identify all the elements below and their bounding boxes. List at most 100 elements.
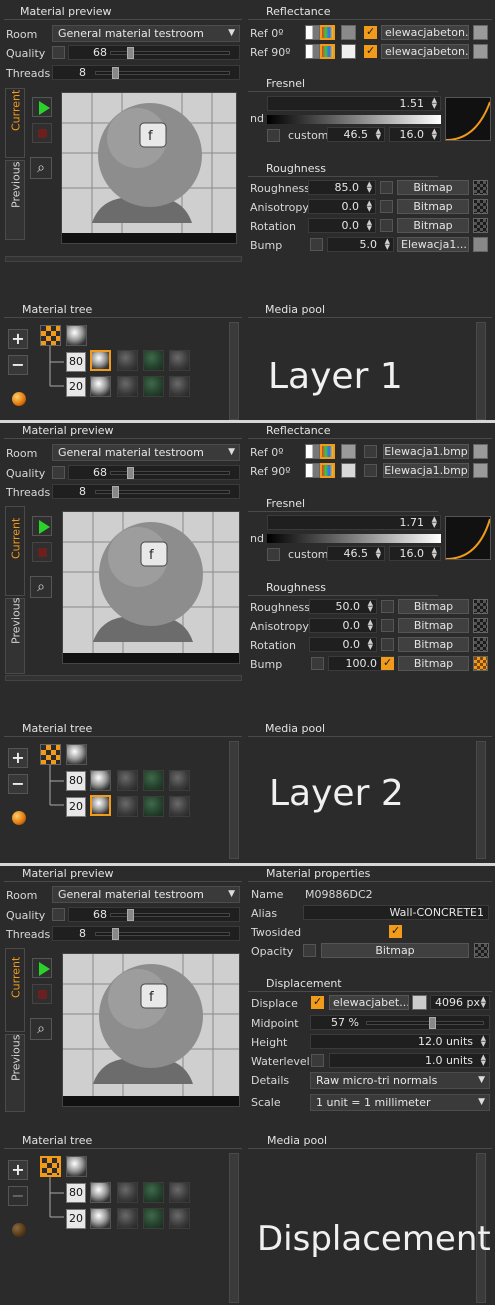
remove-layer-button[interactable]: − — [8, 355, 28, 375]
room-dropdown[interactable]: General material testroom ▼ — [52, 886, 240, 903]
layer2-thumb[interactable] — [90, 795, 111, 816]
add-layer-button[interactable]: + — [8, 748, 28, 768]
tab-previous[interactable]: Previous — [5, 1034, 25, 1112]
material-ball-icon[interactable] — [12, 1223, 26, 1237]
row-map-button[interactable]: Bitmap — [397, 218, 469, 233]
ref0-rgb-icon[interactable] — [320, 444, 335, 459]
quality-slider[interactable] — [110, 467, 230, 479]
layer1-slot-thumb[interactable] — [117, 1182, 138, 1203]
layer2-thumb[interactable] — [90, 1208, 111, 1229]
layer2-slot-thumb[interactable] — [143, 796, 164, 817]
ref0-rgb-icon[interactable] — [320, 25, 335, 40]
ref0-mode-icon[interactable] — [305, 25, 320, 40]
layer2-slot-thumb[interactable] — [117, 376, 138, 397]
layer1-weight[interactable]: 80 — [66, 352, 86, 372]
tab-current[interactable]: Current — [5, 506, 25, 596]
alias-field[interactable]: Wall-CONCRETE1 — [303, 905, 489, 920]
row-map-checkbox[interactable] — [381, 656, 394, 670]
spinner-icon[interactable]: ▲▼ — [432, 547, 437, 560]
play-icon[interactable] — [32, 958, 52, 978]
layer2-weight[interactable]: 20 — [66, 797, 86, 817]
quality-checkbox[interactable] — [52, 466, 65, 479]
layer1-slot-thumb[interactable] — [143, 770, 164, 791]
spinner-icon[interactable]: ▲▼ — [432, 97, 437, 110]
slider-knob[interactable] — [112, 486, 119, 498]
slider-knob[interactable] — [112, 67, 119, 79]
ref0-map-checkbox[interactable] — [364, 25, 377, 39]
layer2-weight[interactable]: 20 — [66, 377, 86, 397]
layer2-slot-thumb[interactable] — [117, 796, 138, 817]
slider-knob[interactable] — [127, 467, 134, 479]
row-value-field[interactable]: 5.0 ▲ ▼ — [327, 237, 394, 252]
spinner-icon[interactable]: ▲▼ — [385, 238, 390, 251]
threads-slider[interactable] — [95, 67, 230, 79]
base-material-thumb[interactable] — [66, 744, 87, 765]
displace-checkbox[interactable] — [311, 995, 324, 1009]
ref90-mode-icon[interactable] — [305, 463, 320, 478]
row-map-button[interactable]: Bitmap — [397, 199, 469, 214]
custom-b-field[interactable]: 16.0 ▲ ▼ — [389, 546, 441, 561]
spinner-icon[interactable]: ▲▼ — [481, 1035, 486, 1048]
spinner-icon[interactable]: ▲▼ — [376, 547, 381, 560]
ref0-map-button[interactable]: Elewacja1.bmp — [383, 444, 469, 459]
row-map-button[interactable]: Bitmap — [398, 599, 469, 614]
row-map-checkbox[interactable] — [380, 181, 393, 194]
custom-checkbox[interactable] — [267, 548, 280, 561]
waterlevel-checkbox[interactable] — [311, 1054, 324, 1067]
row-map-button[interactable]: Elewacja1.... — [397, 237, 469, 252]
quality-slider[interactable] — [110, 47, 230, 59]
stop-icon[interactable] — [32, 542, 52, 562]
tab-current[interactable]: Current — [5, 948, 25, 1032]
height-field[interactable]: 12.0 units ▲ ▼ — [310, 1034, 490, 1049]
tab-previous[interactable]: Previous — [5, 160, 25, 240]
bump-checkbox[interactable] — [311, 657, 324, 670]
layer2-slot-thumb[interactable] — [169, 376, 190, 397]
tree-scrollbar[interactable] — [229, 741, 239, 859]
nd-field[interactable]: 1.71 ▲ ▼ — [267, 515, 441, 530]
slider-knob[interactable] — [429, 1017, 436, 1029]
eyedropper-icon[interactable]: ⌕ — [30, 1018, 52, 1040]
ref90-mode-icon[interactable] — [305, 44, 320, 59]
slider-knob[interactable] — [127, 909, 134, 921]
displace-resolution-field[interactable]: 4096 px ▲ ▼ — [430, 995, 490, 1010]
layer2-slot-thumb[interactable] — [143, 1208, 164, 1229]
spinner-icon[interactable]: ▲▼ — [367, 200, 372, 213]
custom-b-field[interactable]: 16.0 ▲ ▼ — [389, 127, 441, 142]
custom-a-field[interactable]: 46.5 ▲ ▼ — [327, 546, 385, 561]
spinner-icon[interactable]: ▲▼ — [368, 619, 373, 632]
nd-field[interactable]: 1.51 ▲ ▼ — [267, 96, 441, 111]
stop-icon[interactable] — [32, 984, 52, 1004]
spinner-icon[interactable]: ▲▼ — [432, 516, 437, 529]
spinner-icon[interactable]: ▲▼ — [432, 128, 437, 141]
layer2-slot-thumb[interactable] — [143, 376, 164, 397]
spinner-icon[interactable]: ▲▼ — [367, 219, 372, 232]
quality-checkbox[interactable] — [52, 908, 65, 921]
layer1-weight[interactable]: 80 — [66, 771, 86, 791]
layer1-thumb[interactable] — [90, 770, 111, 791]
custom-checkbox[interactable] — [267, 129, 280, 142]
layer2-slot-thumb[interactable] — [169, 796, 190, 817]
threads-slider[interactable] — [95, 928, 230, 940]
layer1-weight[interactable]: 80 — [66, 1183, 86, 1203]
base-material-thumb[interactable] — [66, 325, 87, 346]
ref90-map-button[interactable]: Elewacja1.bmp — [383, 463, 469, 478]
row-map-button[interactable]: Bitmap — [397, 180, 469, 195]
play-icon[interactable] — [32, 516, 52, 536]
layer1-slot-thumb[interactable] — [117, 770, 138, 791]
layer1-slot-thumb[interactable] — [117, 350, 138, 371]
opacity-checkbox[interactable] — [303, 944, 316, 957]
twosided-checkbox[interactable] — [389, 924, 402, 938]
media-scrollbar[interactable] — [476, 741, 486, 859]
eyedropper-icon[interactable]: ⌕ — [30, 157, 52, 179]
layer2-slot-thumb[interactable] — [117, 1208, 138, 1229]
ref90-color-swatch[interactable] — [341, 44, 356, 59]
room-dropdown[interactable]: General material testroom ▼ — [52, 444, 240, 461]
row-map-checkbox[interactable] — [381, 638, 394, 651]
ref0-mode-icon[interactable] — [305, 444, 320, 459]
layer1-slot-thumb[interactable] — [169, 770, 190, 791]
blend-thumb[interactable] — [40, 1156, 61, 1177]
ref90-rgb-icon[interactable] — [320, 44, 335, 59]
ref0-map-button[interactable]: elewacjabeton... — [381, 25, 469, 40]
eyedropper-icon[interactable]: ⌕ — [30, 576, 52, 598]
custom-a-field[interactable]: 46.5 ▲ ▼ — [327, 127, 385, 142]
